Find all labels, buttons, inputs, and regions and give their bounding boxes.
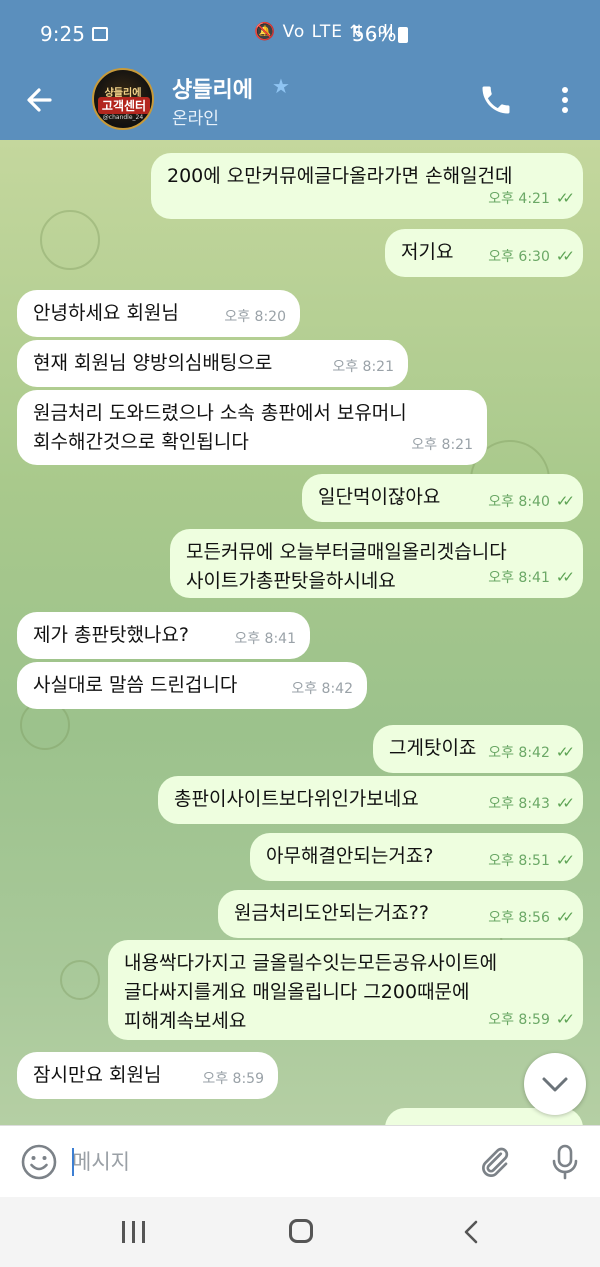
message-bubble-incoming[interactable]: 원금처리 도와드렸으나 소속 총판에서 보유머니 회수해간것으로 확인됩니다 오… (17, 390, 487, 465)
recent-apps-button[interactable] (122, 1221, 146, 1243)
message-bubble-outgoing[interactable]: 총판이사이트보다위인가보네요 오후 8:43 ✓✓ (158, 776, 583, 824)
scroll-to-bottom-button[interactable] (524, 1053, 586, 1115)
more-options-button[interactable] (550, 82, 580, 118)
avatar-main-text: 고객센터 (98, 97, 150, 114)
message-meta: 오후 8:43 ✓✓ (488, 789, 575, 819)
back-button[interactable] (20, 80, 60, 120)
read-checkmarks-icon: ✓✓ (555, 851, 575, 869)
message-time: 오후 8:59 (202, 1071, 264, 1087)
message-time: 오후 8:41 (488, 570, 550, 586)
message-bubble-incoming[interactable]: 잠시만요 회원님 오후 8:59 (17, 1052, 278, 1099)
avatar-sub-text: @chandle_24 (102, 114, 144, 121)
voice-message-button[interactable] (548, 1142, 582, 1182)
read-checkmarks-icon: ✓✓ (555, 743, 575, 761)
message-meta: 오후 8:59 (202, 1065, 264, 1094)
background-doodle (40, 210, 100, 270)
message-meta: 오후 8:59 ✓✓ (488, 1005, 575, 1035)
message-time: 오후 8:43 (488, 796, 550, 812)
status-time: 9:25 (40, 22, 85, 46)
message-bubble-incoming[interactable]: 사실대로 말씀 드린겁니다 오후 8:42 (17, 662, 367, 709)
read-checkmarks-icon: ✓✓ (555, 247, 575, 265)
chat-title[interactable]: 샹들리에 (172, 72, 253, 104)
star-icon: ★ (272, 74, 290, 98)
attach-button[interactable] (476, 1144, 512, 1180)
emoji-icon (21, 1144, 57, 1180)
message-meta: 오후 8:42 ✓✓ (488, 738, 575, 768)
system-back-button[interactable] (460, 1219, 484, 1245)
read-checkmarks-icon: ✓✓ (555, 908, 575, 926)
message-bubble-incoming[interactable]: 현재 회원님 양방의심배팅으로 오후 8:21 (17, 340, 408, 387)
microphone-icon (552, 1144, 578, 1180)
message-input[interactable] (72, 1142, 452, 1182)
message-meta: 오후 8:42 (291, 675, 353, 704)
avatar[interactable]: 샹들리에 고객센터 @chandle_24 (92, 68, 154, 130)
message-time: 오후 8:42 (291, 681, 353, 697)
message-meta: 오후 8:41 ✓✓ (488, 563, 575, 593)
message-time: 오후 6:30 (488, 249, 550, 265)
message-bubble-outgoing[interactable]: 일단먹이잖아요 오후 8:40 ✓✓ (302, 474, 583, 522)
message-time: 오후 8:41 (234, 631, 296, 647)
message-time: 오후 8:56 (488, 910, 550, 926)
call-button[interactable] (478, 82, 514, 118)
read-checkmarks-icon: ✓✓ (555, 189, 575, 207)
system-navigation-bar (0, 1197, 600, 1267)
phone-icon (482, 86, 510, 114)
gallery-notification-icon (92, 27, 108, 41)
message-bubble-outgoing[interactable]: 원금처리도안되는거죠?? 오후 8:56 ✓✓ (218, 890, 583, 938)
message-time: 오후 8:21 (332, 359, 394, 375)
back-chevron-icon (464, 1220, 478, 1244)
back-arrow-icon (27, 88, 52, 112)
recents-icon (132, 1221, 135, 1243)
message-time: 오후 8:21 (411, 437, 473, 453)
online-status: 온라인 (172, 109, 219, 129)
message-time: 오후 8:20 (224, 309, 286, 325)
message-bubble-outgoing[interactable]: 200에 오만커뮤에글다올라가면 손해일건데 오후 4:21 ✓✓ (151, 153, 583, 219)
recents-icon (142, 1221, 145, 1243)
message-bubble-incoming[interactable]: 제가 총판탓했나요? 오후 8:41 (17, 612, 310, 659)
message-meta: 오후 8:56 ✓✓ (488, 903, 575, 933)
message-bubble-outgoing[interactable]: 모든커뮤에 오늘부터글매일올리겟습니다 사이트가총판탓을하시네요 오후 8:41… (170, 529, 583, 598)
message-list[interactable]: 200에 오만커뮤에글다올라가면 손해일건데 오후 4:21 ✓✓ 저기요 오후 … (0, 140, 600, 1125)
paperclip-icon (482, 1147, 509, 1177)
message-composer (0, 1125, 600, 1197)
message-time: 오후 8:40 (488, 494, 550, 510)
message-meta: 오후 8:41 (234, 625, 296, 654)
message-time: 오후 4:21 (488, 191, 550, 207)
read-checkmarks-icon: ✓✓ (555, 568, 575, 586)
status-bar: 9:25 🔕 Vo LTE ⇅ .ıll 56% (0, 0, 600, 68)
text-cursor (72, 1148, 74, 1176)
message-bubble-outgoing[interactable]: 아무해결안되는거죠? 오후 8:51 ✓✓ (250, 833, 583, 881)
message-time: 오후 8:51 (488, 853, 550, 869)
background-doodle (60, 960, 100, 1000)
recents-icon (122, 1221, 125, 1243)
read-checkmarks-icon: ✓✓ (555, 1010, 575, 1028)
message-meta: 오후 8:40 ✓✓ (488, 487, 575, 517)
chevron-down-icon (542, 1077, 568, 1092)
message-meta: 오후 8:20 (224, 303, 286, 332)
read-checkmarks-icon: ✓✓ (555, 794, 575, 812)
message-time: 오후 8:42 (488, 745, 550, 761)
message-meta: 오후 4:21 ✓✓ (488, 184, 575, 214)
message-time: 오후 8:59 (488, 1012, 550, 1028)
message-text: 원금처리 도와드렸으나 소속 총판에서 보유머니 회수해간것으로 확인됩니다 (33, 402, 407, 453)
message-meta: 오후 8:21 (332, 353, 394, 382)
message-bubble-outgoing[interactable]: 내용싹다가지고 글올릴수잇는모든공유사이트에 글다싸지를게요 매일올립니다 그2… (108, 940, 583, 1040)
emoji-button[interactable] (20, 1143, 58, 1181)
more-vertical-icon (562, 87, 568, 113)
message-bubble-outgoing[interactable]: 저기요 오후 6:30 ✓✓ (385, 229, 583, 277)
battery-icon (398, 27, 408, 43)
message-bubble-incoming[interactable]: 안녕하세요 회원님 오후 8:20 (17, 290, 300, 337)
battery-percentage: 56% (352, 22, 397, 46)
message-meta: 오후 8:51 ✓✓ (488, 846, 575, 876)
read-checkmarks-icon: ✓✓ (555, 492, 575, 510)
message-bubble-outgoing[interactable]: 그게탓이죠 오후 8:42 ✓✓ (373, 725, 583, 773)
message-meta: 오후 8:21 (411, 431, 473, 460)
message-meta: 오후 6:30 ✓✓ (488, 242, 575, 272)
chat-header: 샹들리에 고객센터 @chandle_24 샹들리에 ★ 온라인 (0, 68, 600, 140)
home-button[interactable] (289, 1219, 313, 1243)
